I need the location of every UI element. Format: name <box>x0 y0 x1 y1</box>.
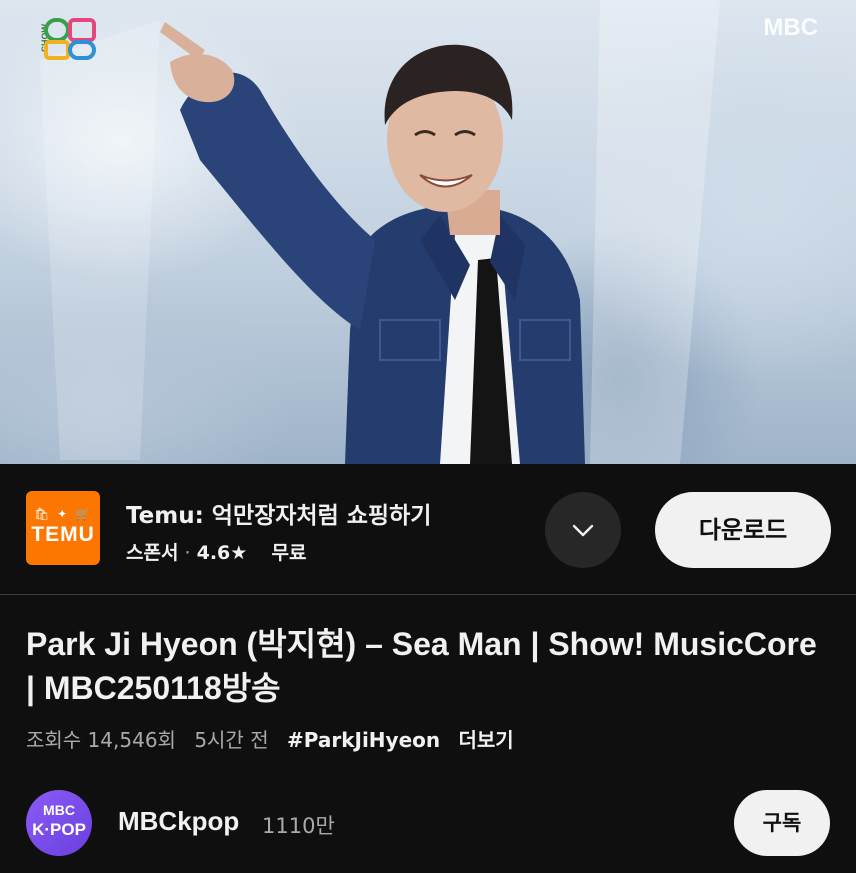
video-meta-line[interactable]: 조회수 14,546회 5시간 전 #ParkJiHyeon 더보기 <box>26 724 526 753</box>
show-music-core-logo: SHOW <box>40 18 96 60</box>
subscriber-count: 1110만 <box>262 814 335 838</box>
avatar-text-line2: K·POP <box>32 820 86 839</box>
meta-separator: · <box>184 542 191 564</box>
video-player[interactable]: SHOW MBC <box>0 0 856 464</box>
upload-time: 5시간 전 <box>194 728 269 752</box>
subscribe-button[interactable]: 구독 <box>734 790 830 856</box>
temu-app-icon[interactable]: 🛍 ✦ 🛒 TEMU <box>26 491 100 565</box>
app-price: 무료 <box>271 542 307 564</box>
video-frame-performer <box>40 0 720 464</box>
chevron-down-icon <box>572 524 594 537</box>
temu-logo-symbols: 🛍 ✦ 🛒 <box>34 507 92 521</box>
more-button[interactable]: 더보기 <box>458 728 513 752</box>
view-count: 조회수 14,546회 <box>26 728 176 752</box>
ad-download-button[interactable]: 다운로드 <box>655 492 831 568</box>
video-title[interactable]: Park Ji Hyeon (박지현) – Sea Man | Show! Mu… <box>26 622 826 710</box>
temu-logo-text: TEMU <box>31 523 95 546</box>
app-rating: 4.6★ <box>196 542 248 564</box>
mbc-watermark: MBC <box>763 14 818 41</box>
ad-meta: 스폰서 · 4.6★ 무료 <box>126 538 306 565</box>
sponsor-label: 스폰서 <box>126 542 179 564</box>
ad-title[interactable]: Temu: 억만장자처럼 쇼핑하기 <box>126 496 431 530</box>
hashtag-link[interactable]: #ParkJiHyeon <box>287 728 440 752</box>
avatar-text-line1: MBC <box>43 802 75 818</box>
channel-avatar[interactable]: MBC K·POP <box>26 790 92 856</box>
channel-name[interactable]: MBCkpop <box>118 806 239 837</box>
ad-expand-button[interactable] <box>545 492 621 568</box>
